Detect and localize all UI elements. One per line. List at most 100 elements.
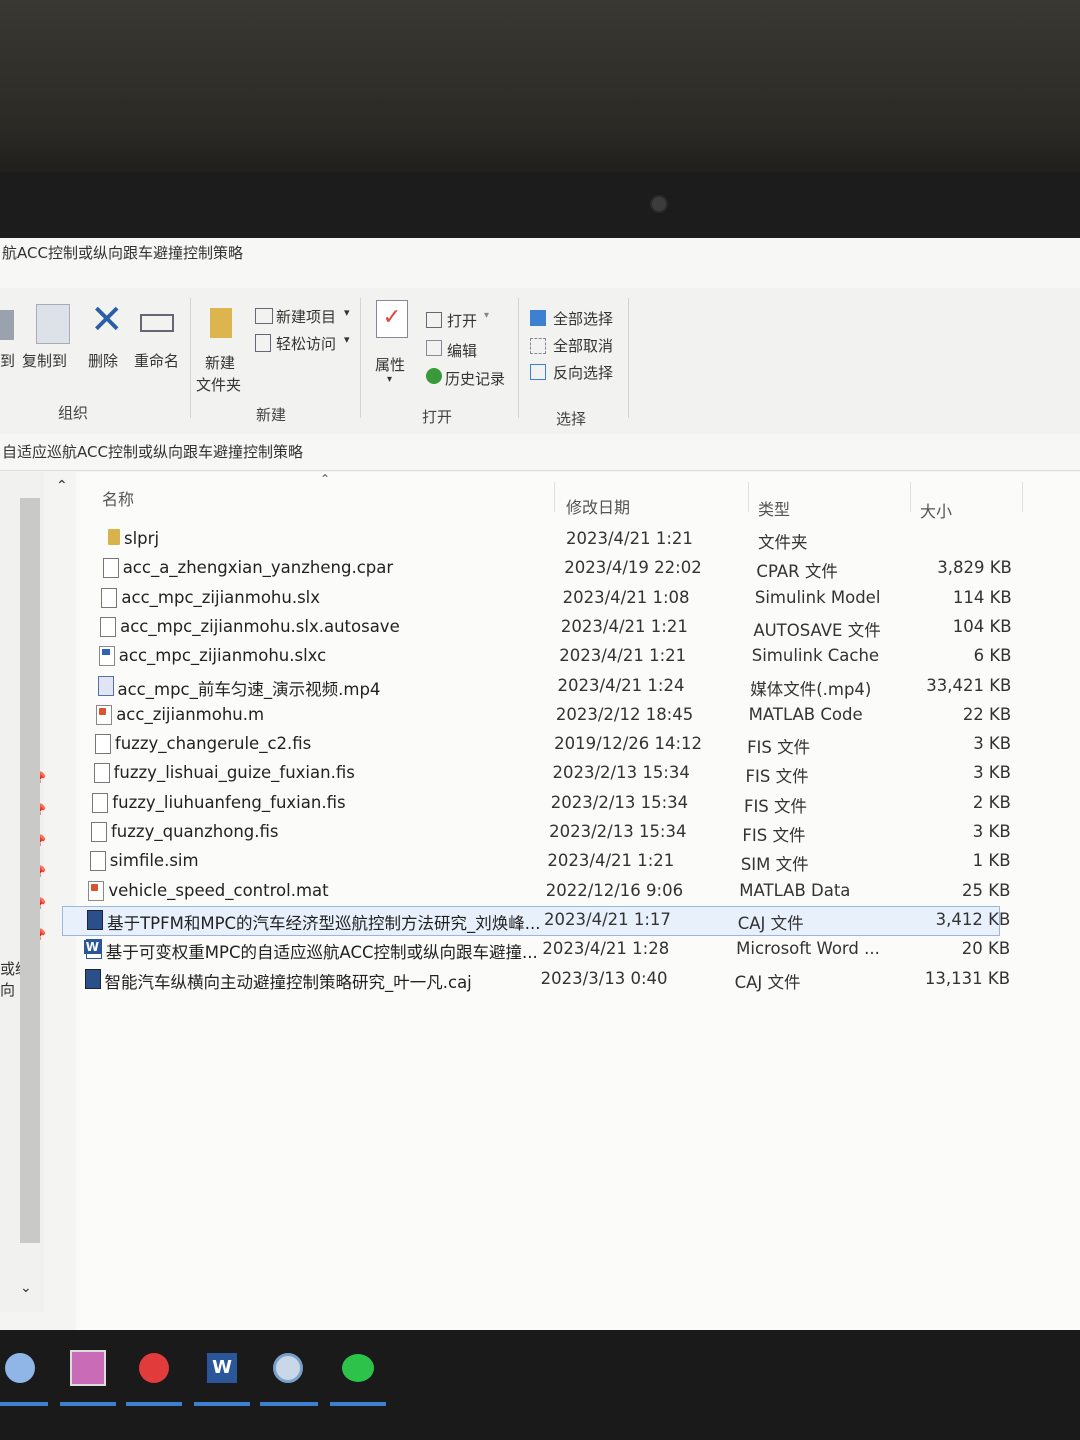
easy-access-button[interactable]: 轻松访问 [276, 333, 336, 354]
file-row[interactable]: acc_mpc_zijianmohu.slxc 2023/4/21 1:21 Sim… [75, 643, 1011, 671]
scroll-down-icon[interactable]: ⌄ [20, 1280, 32, 1296]
file-row[interactable]: vehicle_speed_control.mat 2022/12/16 9:06… [64, 878, 1010, 906]
column-header-size[interactable]: 大小 [920, 498, 952, 522]
word-icon[interactable]: W [200, 1346, 244, 1390]
select-group-label: 选择 [556, 410, 587, 428]
scroll-up-icon[interactable]: ⌃ [56, 478, 68, 494]
file-icon [100, 616, 117, 637]
folder-icon [108, 529, 120, 545]
file-icon [101, 587, 118, 608]
file-row[interactable]: acc_mpc_zijianmohu.slx 2023/4/21 1:08 Simu… [77, 585, 1013, 613]
move-to-icon[interactable] [0, 310, 14, 340]
invert-selection-button[interactable]: 反向选择 [553, 362, 613, 383]
invert-selection-icon[interactable] [530, 364, 546, 380]
file-row[interactable]: acc_a_zhengxian_yanzheng.cpar 2023/4/19 2… [79, 555, 1015, 583]
column-header-type[interactable]: 类型 [758, 496, 790, 520]
file-date: 2019/12/26 14:12 [554, 734, 703, 754]
open-icon[interactable] [426, 312, 442, 328]
file-row[interactable]: fuzzy_quanzhong.fis 2023/2/13 15:34 FIS 文件… [67, 819, 1011, 847]
open-button[interactable]: 打开 [447, 310, 477, 331]
simulink-icon [98, 646, 115, 667]
properties-icon[interactable]: ✓ [376, 300, 408, 338]
select-none-icon[interactable] [530, 338, 546, 354]
file-size: 104 KB [952, 616, 1012, 636]
file-row[interactable]: fuzzy_liuhuanfeng_fuxian.fis 2023/2/13 15… [68, 790, 1011, 818]
file-row[interactable]: fuzzy_lishuai_guize_fuxian.fis 2023/2/13 … [70, 760, 1011, 788]
rename-button[interactable]: 重命名 [134, 350, 179, 371]
edit-button[interactable]: 编辑 [447, 340, 477, 361]
file-type: MATLAB Code [748, 704, 863, 724]
file-type: 文件夹 [758, 533, 808, 552]
easy-access-dropdown-icon[interactable]: ▾ [344, 333, 350, 346]
file-icon [102, 558, 119, 579]
settings-icon[interactable] [266, 1346, 310, 1390]
new-item-dropdown-icon[interactable]: ▾ [344, 306, 350, 319]
new-folder-button-line1[interactable]: 新建 [205, 352, 235, 373]
paint-icon[interactable] [66, 1346, 110, 1390]
new-folder-icon[interactable] [210, 308, 232, 338]
open-group-label: 打开 [422, 408, 453, 426]
new-item-icon[interactable] [255, 308, 273, 324]
properties-button[interactable]: 属性 [375, 354, 405, 375]
file-row[interactable]: slprj 2023/4/21 1:21 文件夹 [80, 526, 1016, 554]
title-bar: 航ACC控制或纵向跟车避撞控制策略 [0, 238, 1080, 290]
address-bar[interactable]: 自适应巡航ACC控制或纵向跟车避撞控制策略 [0, 434, 1080, 471]
column-header-date[interactable]: 修改日期 [566, 494, 630, 518]
select-none-button[interactable]: 全部取消 [553, 335, 613, 356]
car-app-icon[interactable] [132, 1346, 176, 1390]
select-all-icon[interactable] [530, 310, 546, 326]
address-path[interactable]: 自适应巡航ACC控制或纵向跟车避撞控制策略 [2, 434, 303, 470]
taskbar-active-indicator [60, 1402, 116, 1406]
file-name: acc_mpc_zijianmohu.slx [121, 587, 321, 607]
easy-access-icon[interactable] [255, 334, 271, 352]
column-divider[interactable] [1022, 482, 1023, 512]
column-divider[interactable] [554, 482, 555, 512]
history-icon[interactable] [426, 368, 442, 384]
copy-to-button[interactable]: 复制到 [22, 350, 67, 371]
move-to-button[interactable]: 到 [0, 350, 15, 371]
file-name: fuzzy_liuhuanfeng_fuxian.fis [112, 792, 346, 812]
column-divider[interactable] [910, 482, 911, 512]
file-name: 基于可变权重MPC的自适应巡航ACC控制或纵向跟车避撞... [105, 943, 538, 963]
file-type: CAJ 文件 [734, 972, 801, 992]
file-row[interactable]: acc_zijianmohu.m 2023/2/12 18:45 MATLAB Co… [72, 702, 1011, 730]
caj-icon [87, 909, 104, 930]
file-name: vehicle_speed_control.mat [108, 880, 329, 900]
file-row[interactable]: acc_mpc_zijianmohu.slx.autosave 2023/4/21… [76, 614, 1012, 642]
column-divider[interactable] [748, 482, 749, 512]
file-row[interactable]: 基于TPFM和MPC的汽车经济型巡航控制方法研究_刘焕峰... 2023/4/21… [62, 905, 1010, 936]
properties-dropdown-icon[interactable]: ▾ [387, 374, 392, 385]
select-all-button[interactable]: 全部选择 [553, 308, 613, 329]
delete-button[interactable]: 删除 [88, 350, 118, 371]
file-size: 3 KB [972, 822, 1011, 841]
column-header-name[interactable]: 名称 [102, 486, 134, 510]
file-type: Microsoft Word ... [736, 939, 880, 959]
file-icon [89, 851, 106, 872]
wechat-icon[interactable] [336, 1346, 380, 1390]
file-row[interactable]: fuzzy_changerule_c2.fis 2019/12/26 14:12 F… [71, 731, 1011, 759]
organize-group-label: 组织 [58, 404, 89, 422]
file-size: 3,412 KB [935, 909, 1011, 929]
new-item-button[interactable]: 新建项目 [276, 306, 336, 327]
delete-icon[interactable]: ✕ [90, 300, 124, 340]
file-type: Simulink Cache [751, 646, 880, 666]
nav-scrollbar[interactable] [20, 498, 40, 1243]
history-button[interactable]: 历史记录 [445, 368, 505, 389]
app-icon[interactable] [0, 1346, 40, 1390]
file-row[interactable]: 基于可变权重MPC的自适应巡航ACC控制或纵向跟车避撞...2023/4/21 … [62, 936, 1010, 964]
file-row[interactable]: 智能汽车纵横向主动避撞控制策略研究_叶一凡.caj 2023/3/13 0:40 C… [61, 966, 1010, 994]
new-folder-button-line2[interactable]: 文件夹 [196, 374, 241, 395]
file-date: 2023/4/21 1:17 [544, 909, 671, 929]
file-size: 114 KB [952, 587, 1012, 607]
taskbar-active-indicator [0, 1402, 48, 1406]
file-row[interactable]: acc_mpc_前车匀速_演示视频.mp4 2023/4/21 1:24 媒体文件(… [74, 673, 1011, 701]
copy-to-icon[interactable] [36, 304, 70, 344]
rename-icon[interactable] [140, 314, 174, 332]
file-type: FIS 文件 [747, 738, 811, 758]
file-size: 25 KB [962, 880, 1011, 900]
edit-icon[interactable] [426, 340, 442, 356]
open-dropdown-icon[interactable]: ▾ [484, 310, 489, 321]
file-row[interactable]: simfile.sim 2023/4/21 1:21 SIM 文件 1 KB [66, 848, 1011, 876]
file-type: FIS 文件 [743, 796, 808, 816]
file-date: 2023/4/21 1:21 [559, 646, 687, 666]
